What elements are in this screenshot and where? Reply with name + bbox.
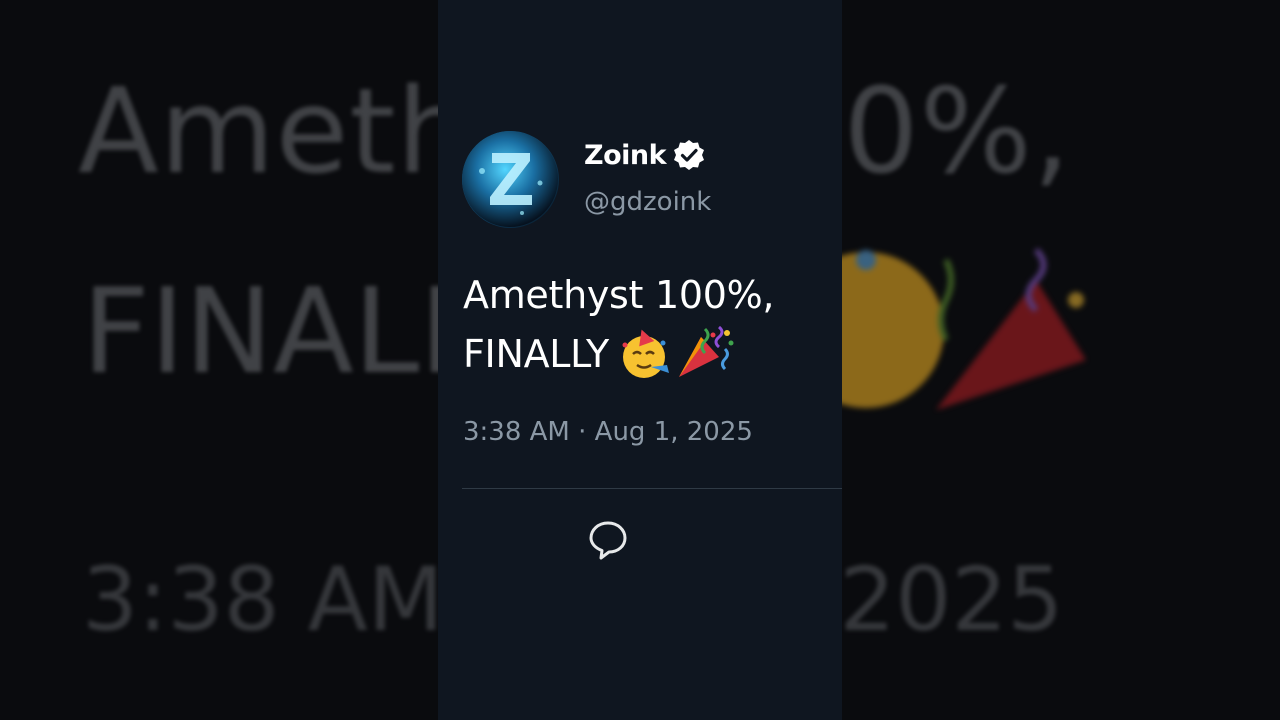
avatar[interactable] [462,131,559,228]
avatar-z-logo-icon [462,131,558,227]
speech-bubble-icon [589,521,627,560]
tweet-text-line2-row: FINALLY [463,325,833,396]
reply-button[interactable] [585,517,631,563]
user-handle[interactable]: @gdzoink [584,187,711,217]
verified-badge-icon [674,140,705,170]
name-row: Zoink [584,138,706,172]
display-name[interactable]: Zoink [584,140,667,171]
party-popper-icon [675,325,735,396]
divider [462,488,842,489]
tweet-text-line1: Amethyst 100%, [463,273,775,317]
background-emoji-icon [836,247,1086,410]
partying-face-icon [617,327,673,396]
tweet-text-line2: FINALLY [463,332,609,376]
tweet-text: Amethyst 100%, FINALLY [463,266,833,396]
tweet-timestamp[interactable]: 3:38 AM · Aug 1, 2025 [463,417,753,447]
